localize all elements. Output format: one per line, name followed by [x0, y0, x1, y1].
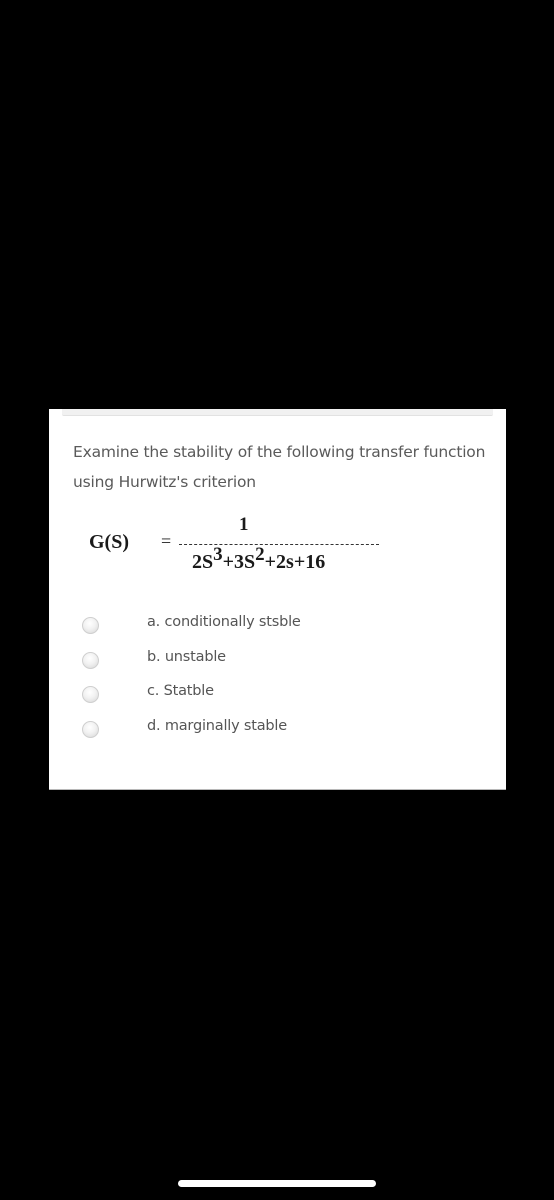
radio-button-d[interactable] [82, 721, 99, 738]
den-term2-base: +3S [222, 551, 256, 573]
option-c-label[interactable]: c. Statble [147, 683, 214, 699]
den-rest: +2s+16 [264, 551, 326, 573]
option-a[interactable]: a. conditionally stsble [49, 612, 506, 646]
option-b[interactable]: b. unstable [49, 647, 506, 681]
formula-denominator: 2S3+3S2+2s+16 [192, 545, 326, 574]
transfer-function-formula: G(S) = 1 2S3+3S2+2s+16 [89, 514, 389, 589]
option-c[interactable]: c. Statble [49, 681, 506, 715]
question-card: Examine the stability of the following t… [49, 409, 506, 789]
den-term1-exp: 3 [213, 544, 223, 565]
formula-lhs: G(S) [89, 531, 129, 553]
option-d[interactable]: d. marginally stable [49, 716, 506, 750]
option-d-label[interactable]: d. marginally stable [147, 718, 287, 734]
question-text: Examine the stability of the following t… [73, 443, 486, 491]
fraction-line [179, 544, 379, 545]
radio-button-b[interactable] [82, 652, 99, 669]
previous-card-edge [62, 409, 493, 416]
formula-numerator: 1 [239, 514, 249, 535]
radio-button-a[interactable] [82, 617, 99, 634]
option-a-label[interactable]: a. conditionally stsble [147, 614, 301, 630]
den-term2-exp: 2 [255, 544, 265, 565]
home-indicator[interactable] [178, 1180, 376, 1187]
radio-button-c[interactable] [82, 686, 99, 703]
den-term1-base: 2S [192, 551, 214, 573]
option-b-label[interactable]: b. unstable [147, 649, 226, 665]
formula-equals: = [161, 531, 172, 551]
